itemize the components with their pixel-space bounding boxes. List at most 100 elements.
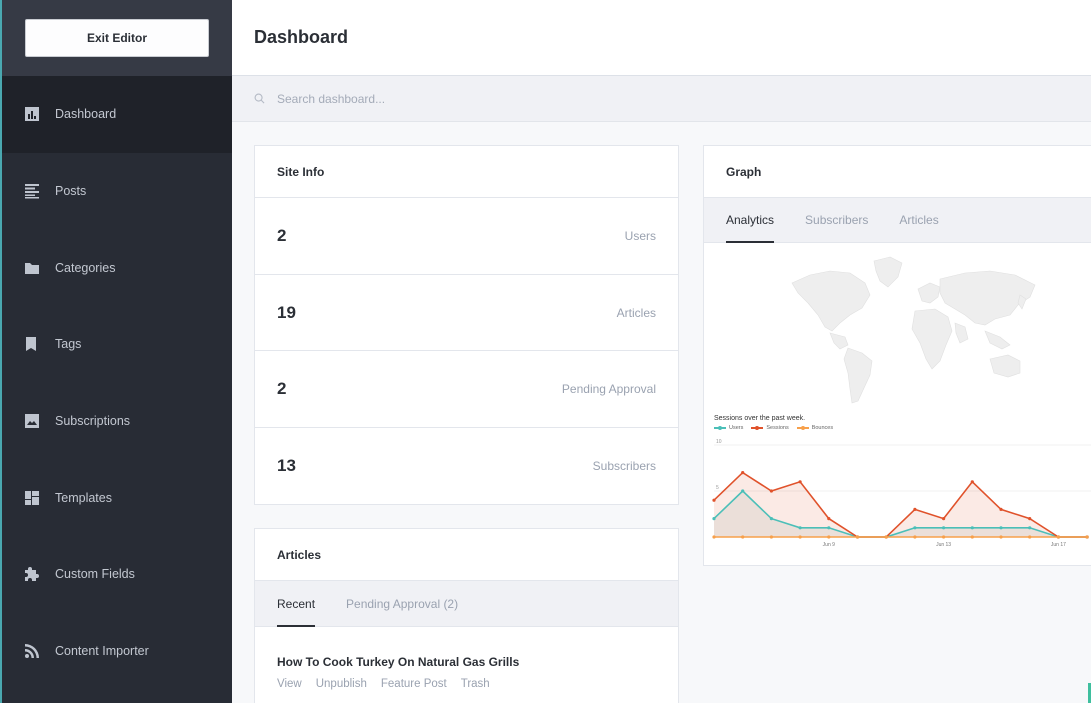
sidebar-item-subscriptions[interactable]: Subscriptions	[2, 383, 232, 460]
point-users	[970, 526, 974, 530]
stat-row-users: 2 Users	[255, 198, 678, 275]
card-title: Articles	[255, 529, 678, 581]
tab-analytics[interactable]: Analytics	[726, 198, 775, 243]
sidebar-item-dashboard[interactable]: Dashboard	[2, 76, 232, 153]
sidebar-item-posts[interactable]: Posts	[2, 153, 232, 230]
graph-card: Graph Analytics Subscribers Articles Ses…	[703, 145, 1091, 566]
articles-tabs: Recent Pending Approval (2)	[255, 581, 678, 627]
legend-label: Bounces	[811, 425, 834, 431]
sidebar-item-templates[interactable]: Templates	[2, 459, 232, 536]
legend-item-sessions[interactable]: Sessions	[751, 425, 789, 431]
tab-recent[interactable]: Recent	[277, 581, 316, 627]
point-bounces	[769, 535, 773, 539]
stat-label: Pending Approval	[561, 382, 656, 397]
point-sessions	[942, 517, 946, 521]
legend-label: Users	[729, 425, 744, 431]
point-bounces	[884, 535, 888, 539]
search-bar	[232, 76, 1091, 122]
sidebar-item-label: Tags	[55, 337, 82, 352]
tab-subscribers[interactable]: Subscribers	[805, 198, 868, 242]
stat-row-articles: 19 Articles	[255, 275, 678, 352]
point-sessions	[769, 489, 773, 493]
sidebar-top: Exit Editor	[2, 0, 232, 76]
point-users	[913, 526, 917, 530]
feature-post-link[interactable]: Feature Post	[381, 678, 447, 690]
point-sessions	[970, 480, 974, 484]
point-bounces	[741, 535, 745, 539]
chart-title: Sessions over the past week.	[714, 415, 806, 422]
point-bounces	[999, 535, 1003, 539]
sidebar-item-categories[interactable]: Categories	[2, 229, 232, 306]
sidebar-item-custom-fields[interactable]: Custom Fields	[2, 536, 232, 613]
sidebar-item-label: Subscriptions	[55, 414, 131, 429]
bookmark-icon	[24, 336, 40, 352]
article-actions: View Unpublish Feature Post Trash	[277, 678, 656, 690]
dashboard-layout-icon	[24, 490, 40, 506]
stat-row-pending-approval: 2 Pending Approval	[255, 351, 678, 429]
legend-swatch	[796, 425, 809, 430]
legend-label: Sessions	[766, 425, 789, 431]
sidebar-item-label: Dashboard	[55, 107, 117, 122]
image-icon	[24, 413, 40, 429]
search-input[interactable]	[277, 91, 777, 106]
point-sessions	[712, 498, 716, 502]
point-bounces	[827, 535, 831, 539]
folder-icon	[24, 260, 40, 276]
sidebar-item-label: Posts	[55, 184, 87, 199]
legend-item-users[interactable]: Users	[714, 425, 743, 431]
stat-value: 2	[277, 379, 287, 399]
point-bounces	[798, 535, 802, 539]
sidebar-item-label: Templates	[55, 490, 112, 505]
point-users	[999, 526, 1003, 530]
point-bounces	[913, 535, 917, 539]
stat-label: Articles	[616, 305, 656, 320]
point-users	[741, 489, 745, 493]
point-bounces	[1028, 535, 1032, 539]
align-left-icon	[24, 183, 40, 199]
world-map[interactable]	[704, 243, 1091, 413]
point-sessions	[999, 507, 1003, 511]
point-bounces	[1056, 535, 1060, 539]
tab-articles[interactable]: Articles	[899, 198, 938, 242]
point-sessions	[798, 480, 802, 484]
search-icon	[254, 93, 265, 104]
point-users	[769, 517, 773, 521]
point-bounces	[712, 535, 716, 539]
x-tick-label: Jun 13	[936, 542, 951, 548]
trash-link[interactable]: Trash	[461, 678, 490, 690]
stat-value: 2	[277, 225, 287, 245]
sidebar: Exit Editor Dashboard Posts Categories T…	[0, 0, 232, 703]
page-header: Dashboard	[232, 0, 1091, 76]
graph-tabs: Analytics Subscribers Articles	[704, 198, 1091, 243]
sidebar-item-content-importer[interactable]: Content Importer	[2, 613, 232, 690]
point-bounces	[942, 535, 946, 539]
rss-icon	[24, 643, 40, 659]
chart-legend: Users Sessions Bounces	[714, 425, 841, 431]
sidebar-item-tags[interactable]: Tags	[2, 306, 232, 383]
point-bounces	[855, 535, 860, 539]
tab-pending-approval[interactable]: Pending Approval (2)	[346, 581, 458, 626]
point-sessions	[1028, 517, 1032, 521]
view-link[interactable]: View	[277, 678, 302, 690]
card-title: Site Info	[255, 146, 678, 198]
y-tick-label: 10	[716, 439, 722, 445]
y-tick-label: 5	[716, 485, 719, 491]
exit-editor-button[interactable]: Exit Editor	[25, 19, 209, 57]
point-bounces	[970, 535, 974, 539]
point-users	[827, 526, 831, 530]
card-title: Graph	[704, 146, 1091, 198]
legend-item-bounces[interactable]: Bounces	[796, 425, 834, 431]
point-sessions	[741, 471, 745, 475]
articles-card: Articles Recent Pending Approval (2) How…	[254, 528, 679, 703]
stat-value: 13	[277, 456, 296, 476]
sidebar-item-label: Content Importer	[55, 644, 149, 659]
sidebar-item-label: Categories	[55, 260, 116, 275]
sidebar-item-label: Custom Fields	[55, 567, 135, 582]
unpublish-link[interactable]: Unpublish	[316, 678, 367, 690]
x-tick-label: Jun 17	[1051, 542, 1066, 548]
world-map-shapes	[791, 256, 1036, 404]
puzzle-icon	[24, 566, 40, 582]
list-item: How To Cook Turkey On Natural Gas Grills…	[255, 627, 678, 690]
article-title[interactable]: How To Cook Turkey On Natural Gas Grills	[277, 655, 656, 669]
bar-chart-icon	[24, 106, 40, 122]
